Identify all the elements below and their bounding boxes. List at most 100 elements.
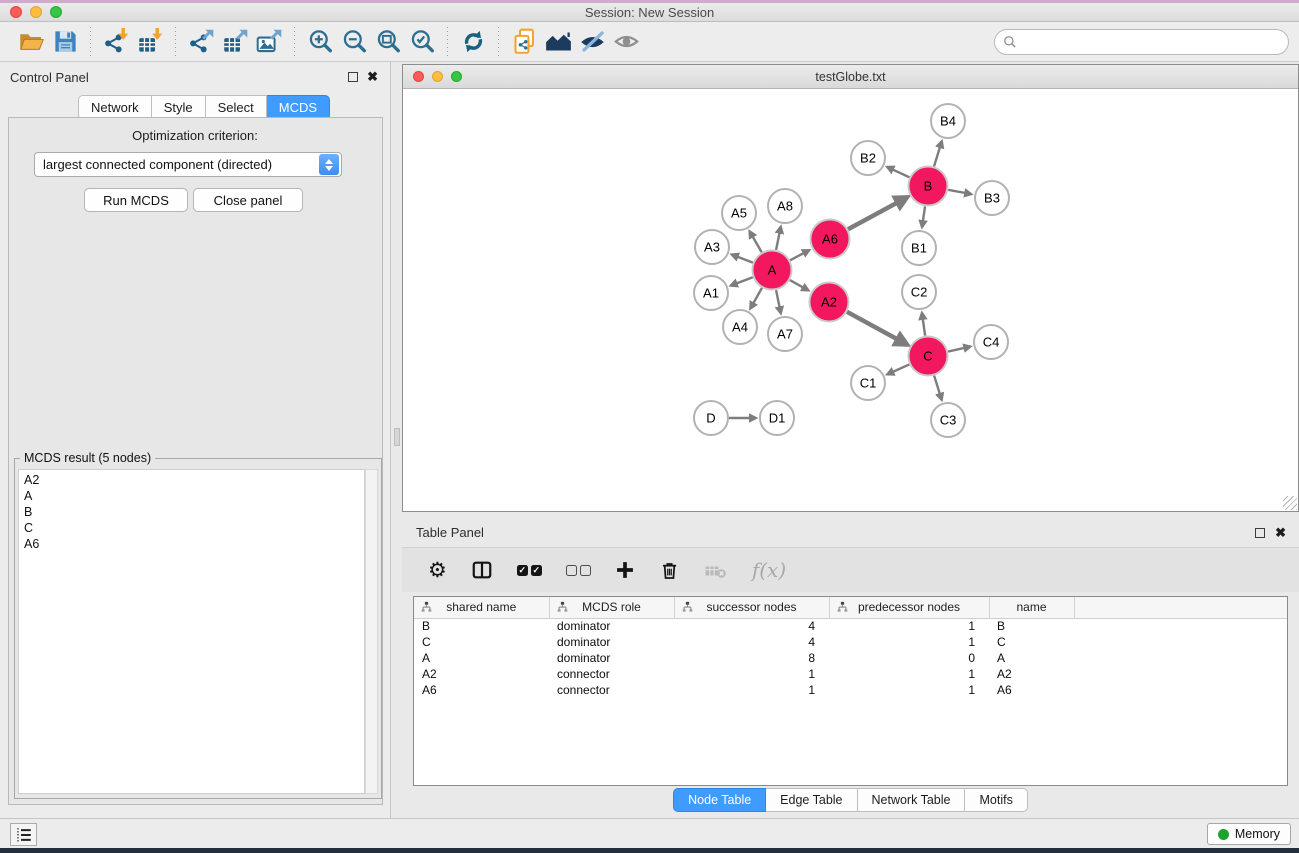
add-column-icon[interactable]	[615, 560, 635, 580]
close-table-panel-icon[interactable]: ✖	[1275, 525, 1286, 541]
table-cell[interactable]: 1	[674, 682, 829, 698]
panel-splitter-handle[interactable]	[394, 428, 400, 446]
tab-node-table[interactable]: Node Table	[673, 788, 766, 812]
table-cell[interactable]: A2	[414, 666, 549, 682]
graph-node-A3[interactable]: A3	[695, 230, 729, 264]
table-cell[interactable]: A6	[414, 682, 549, 698]
task-history-button[interactable]	[10, 823, 37, 846]
graph-node-B2[interactable]: B2	[851, 141, 885, 175]
table-cell[interactable]: 1	[829, 682, 989, 698]
graph-edge-B-B3[interactable]	[948, 190, 971, 194]
run-mcds-button[interactable]: Run MCDS	[84, 188, 188, 212]
graph-node-A6[interactable]: A6	[811, 220, 850, 259]
unselect-all-columns-icon[interactable]	[566, 565, 591, 576]
copy-network-icon[interactable]	[507, 26, 541, 58]
zoom-in-icon[interactable]	[303, 26, 337, 58]
mcds-result-item[interactable]: C	[19, 520, 364, 536]
graph-edge-B-B2[interactable]	[887, 167, 909, 177]
table-cell[interactable]: 0	[829, 650, 989, 666]
graph-edge-A-A8[interactable]	[776, 227, 781, 250]
column-header-name[interactable]: name	[989, 597, 1074, 618]
graph-edge-A-A3[interactable]	[732, 255, 753, 263]
table-row[interactable]: A6connector11A6	[414, 682, 1287, 698]
table-cell[interactable]: 1	[829, 618, 989, 634]
mcds-list-scrollbar[interactable]	[365, 469, 378, 794]
select-all-columns-icon[interactable]: ✓✓	[517, 565, 542, 576]
graph-edge-A2-C[interactable]	[847, 312, 907, 345]
table-cell[interactable]: dominator	[549, 634, 674, 650]
table-cell[interactable]: 8	[674, 650, 829, 666]
open-file-icon[interactable]	[14, 26, 48, 58]
column-header-predecessor-nodes[interactable]: predecessor nodes	[829, 597, 989, 618]
table-cell[interactable]: 4	[674, 618, 829, 634]
table-cell[interactable]: B	[414, 618, 549, 634]
import-table-icon[interactable]	[133, 26, 167, 58]
network-graph[interactable]: AA1A2A3A4A5A6A7A8BB1B2B3B4CC1C2C3C4DD1	[403, 89, 1298, 511]
mcds-result-item[interactable]: A6	[19, 536, 364, 552]
table-row[interactable]: Adominator80A	[414, 650, 1287, 666]
table-row[interactable]: Bdominator41B	[414, 618, 1287, 634]
table-cell[interactable]: A	[989, 650, 1074, 666]
graph-edge-A-A2[interactable]	[790, 280, 809, 290]
graph-node-B[interactable]: B	[909, 167, 948, 206]
graph-node-A8[interactable]: A8	[768, 189, 802, 223]
graph-node-A2[interactable]: A2	[810, 283, 849, 322]
table-cell[interactable]: C	[989, 634, 1074, 650]
float-table-panel-icon[interactable]	[1255, 528, 1265, 538]
table-cell[interactable]: 4	[674, 634, 829, 650]
graph-node-C1[interactable]: C1	[851, 366, 885, 400]
delete-column-trash-icon[interactable]	[659, 560, 680, 581]
graph-edge-C-C2[interactable]	[922, 313, 925, 336]
graph-edge-A-A6[interactable]	[790, 250, 809, 260]
network-canvas[interactable]: AA1A2A3A4A5A6A7A8BB1B2B3B4CC1C2C3C4DD1	[403, 89, 1298, 511]
tab-network-table[interactable]: Network Table	[858, 788, 966, 812]
refresh-view-icon[interactable]	[456, 26, 490, 58]
graph-node-A7[interactable]: A7	[768, 317, 802, 351]
export-table-icon[interactable]	[218, 26, 252, 58]
graph-node-C4[interactable]: C4	[974, 325, 1008, 359]
table-cell[interactable]: connector	[549, 666, 674, 682]
table-row[interactable]: Cdominator41C	[414, 634, 1287, 650]
graph-edge-C-C4[interactable]	[948, 347, 970, 352]
table-row[interactable]: A2connector11A2	[414, 666, 1287, 682]
table-cell[interactable]: dominator	[549, 618, 674, 634]
mcds-result-item[interactable]: A	[19, 488, 364, 504]
show-eye-icon[interactable]	[609, 26, 643, 58]
close-panel-button[interactable]: Close panel	[193, 188, 303, 212]
mcds-result-list[interactable]: A2ABCA6	[18, 469, 365, 794]
table-cell[interactable]: A	[414, 650, 549, 666]
graph-node-C[interactable]: C	[909, 337, 948, 376]
tab-edge-table[interactable]: Edge Table	[766, 788, 857, 812]
network-window-titlebar[interactable]: testGlobe.txt	[403, 65, 1298, 89]
graph-node-A[interactable]: A	[753, 251, 792, 290]
column-header-MCDS-role[interactable]: MCDS role	[549, 597, 674, 618]
export-network-icon[interactable]	[184, 26, 218, 58]
float-panel-icon[interactable]	[348, 72, 358, 82]
graph-node-C3[interactable]: C3	[931, 403, 965, 437]
table-cell[interactable]: dominator	[549, 650, 674, 666]
graph-node-C2[interactable]: C2	[902, 275, 936, 309]
table-cell[interactable]: 1	[829, 634, 989, 650]
mcds-result-item[interactable]: B	[19, 504, 364, 520]
column-header-shared-name[interactable]: shared name	[414, 597, 549, 618]
table-cell[interactable]: C	[414, 634, 549, 650]
graph-node-A5[interactable]: A5	[722, 196, 756, 230]
zoom-selected-icon[interactable]	[405, 26, 439, 58]
search-box[interactable]	[994, 29, 1289, 55]
import-network-icon[interactable]	[99, 26, 133, 58]
hide-eye-icon[interactable]	[575, 26, 609, 58]
graph-node-A1[interactable]: A1	[694, 276, 728, 310]
graph-edge-A-A4[interactable]	[750, 288, 762, 309]
graph-edge-A-A1[interactable]	[731, 277, 753, 285]
graph-edge-B-B4[interactable]	[934, 141, 942, 166]
graph-node-A4[interactable]: A4	[723, 310, 757, 344]
graph-edge-C-C1[interactable]	[887, 364, 909, 374]
table-cell[interactable]: 1	[674, 666, 829, 682]
table-cell[interactable]: 1	[829, 666, 989, 682]
zoom-out-icon[interactable]	[337, 26, 371, 58]
graph-node-B1[interactable]: B1	[902, 231, 936, 265]
zoom-fit-icon[interactable]	[371, 26, 405, 58]
graph-node-D1[interactable]: D1	[760, 401, 794, 435]
graph-edge-B-B1[interactable]	[922, 206, 925, 227]
graph-edge-A-A5[interactable]	[750, 231, 762, 252]
